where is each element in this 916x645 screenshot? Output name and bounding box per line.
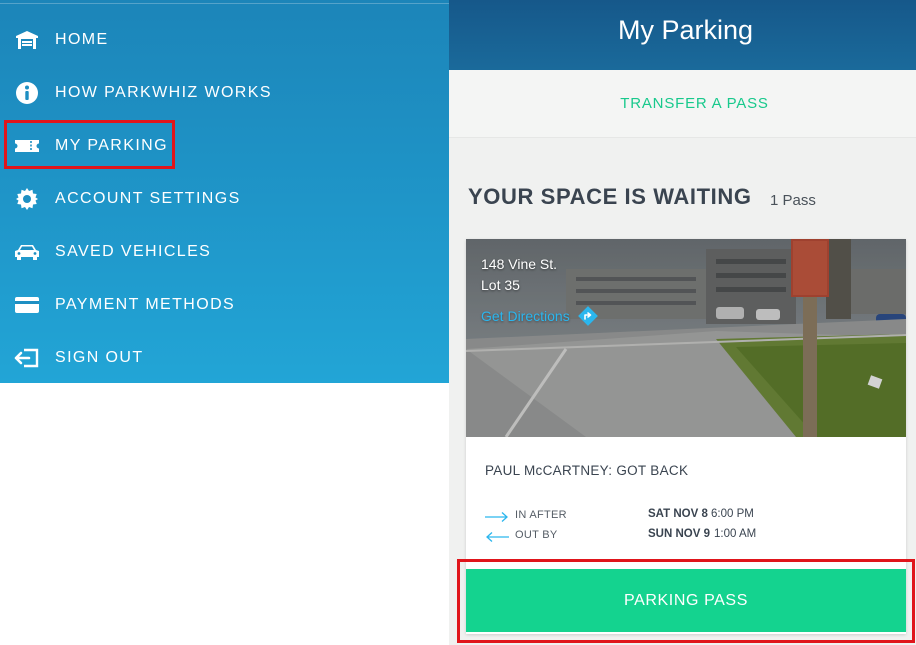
menu-item-label: SIGN OUT [55,349,144,366]
app-screen: HOME HOW PARKWHIZ WORKS MY PARKING ACCOU… [0,0,916,645]
transfer-bar: TRANSFER A PASS [449,70,916,138]
garage-icon [14,29,40,51]
out-by-label: OUT BY [515,529,558,541]
location-photo: 148 Vine St. Lot 35 Get Directions [466,239,906,437]
in-after-row: IN AFTER SAT NOV 8 6:00 PM [485,507,905,525]
in-after-label: IN AFTER [515,509,567,521]
menu-item-home[interactable]: HOME [0,20,300,60]
address-line-2: Lot 35 [481,277,520,293]
menu-item-account-settings[interactable]: ACCOUNT SETTINGS [0,179,300,219]
my-parking-panel: My Parking TRANSFER A PASS YOUR SPACE IS… [449,0,916,645]
arrow-left-icon [485,530,509,542]
info-icon [14,82,40,104]
menu-item-sign-out[interactable]: SIGN OUT [0,338,300,378]
out-by-time: 1:00 AM [714,528,757,540]
out-by-row: OUT BY SUN NOV 9 1:00 AM [485,527,905,545]
page-title: My Parking [617,14,754,45]
gear-icon [14,188,40,210]
arrow-right-icon [485,510,509,522]
menu-item-label: PAYMENT METHODS [55,296,236,313]
menu-divider [0,3,449,4]
menu-item-saved-vehicles[interactable]: SAVED VEHICLES [0,232,300,272]
event-name: PAUL McCARTNEY: GOT BACK [485,463,689,478]
in-after-time: 6:00 PM [711,508,754,520]
out-by-day: SUN NOV 9 [648,528,710,540]
menu-item-how-it-works[interactable]: HOW PARKWHIZ WORKS [0,73,300,113]
transfer-pass-link[interactable]: TRANSFER A PASS [620,95,768,112]
menu-item-label: SAVED VEHICLES [55,243,212,260]
menu-item-label: ACCOUNT SETTINGS [55,190,241,207]
sign-out-icon [14,347,40,369]
side-menu: HOME HOW PARKWHIZ WORKS MY PARKING ACCOU… [0,0,449,383]
menu-item-label: HOW PARKWHIZ WORKS [55,84,272,101]
get-directions-link[interactable]: Get Directions [481,305,599,327]
address-line-1: 148 Vine St. [481,256,558,272]
header-bar: My Parking [449,0,916,70]
pass-count: 1 Pass [770,192,816,209]
car-icon [14,241,40,263]
directions-icon [577,305,599,327]
section-title: YOUR SPACE IS WAITING [468,184,752,209]
highlight-annotation [4,120,175,169]
highlight-annotation-button [457,559,915,643]
in-after-day: SAT NOV 8 [648,508,708,520]
credit-card-icon [14,294,40,316]
menu-item-payment-methods[interactable]: PAYMENT METHODS [0,285,300,325]
get-directions-label: Get Directions [481,308,570,324]
menu-item-label: HOME [55,31,109,48]
